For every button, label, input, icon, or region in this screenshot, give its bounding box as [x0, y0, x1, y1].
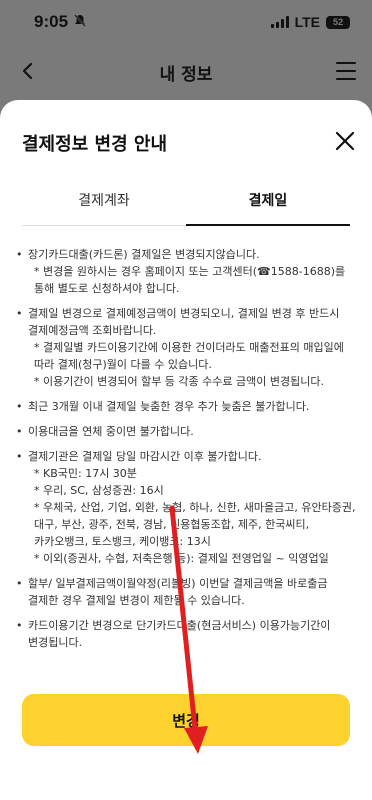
list-item: 결제일 변경으로 결제예정금액이 변경되오니, 결제일 변경 후 반드시 결제예… — [16, 305, 356, 390]
list-item: 장기카드대출(카드론) 결제일은 변경되지않습니다. * 변경을 원하시는 경우… — [16, 246, 356, 297]
status-bar: 9:05 LTE 52 — [0, 0, 372, 44]
hamburger-icon — [336, 62, 356, 64]
close-button[interactable] — [334, 130, 356, 152]
chevron-left-icon — [22, 62, 33, 80]
bell-off-icon — [74, 14, 86, 30]
tab-bar: 결제계좌 결제일 — [22, 186, 350, 226]
list-item: 결제기관은 결제일 당일 마감시간 이후 불가합니다. * KB국민: 17시 … — [16, 448, 356, 567]
page-title: 내 정보 — [159, 64, 213, 85]
signal-icon — [270, 16, 289, 28]
network-type: LTE — [294, 14, 320, 30]
change-button[interactable]: 변경 — [22, 694, 350, 746]
list-item: 할부/ 일부결제금액이월약정(리볼빙) 이번달 결제금액을 바로출금 결제한 경… — [16, 575, 356, 609]
payment-info-sheet: 결제정보 변경 안내 결제계좌 결제일 장기카드대출(카드론) 결제일은 변경되… — [0, 100, 372, 800]
status-time: 9:05 — [34, 12, 69, 31]
list-item: 이용대금을 연체 중이면 불가합니다. — [16, 423, 356, 440]
sheet-title: 결제정보 변경 안내 — [22, 134, 168, 155]
battery-icon: 52 — [326, 15, 350, 29]
app-header: 내 정보 — [0, 44, 372, 100]
menu-button[interactable] — [336, 62, 356, 80]
close-icon — [335, 131, 355, 151]
back-button[interactable] — [18, 58, 40, 84]
tab-payment-date[interactable]: 결제일 — [186, 186, 350, 226]
notice-list: 장기카드대출(카드론) 결제일은 변경되지않습니다. * 변경을 원하시는 경우… — [16, 246, 356, 659]
list-item: 카드이용기간 변경으로 단기카드대출(현금서비스) 이용가능기간이 변경됩니다. — [16, 617, 356, 651]
list-item: 최근 3개월 이내 결제일 늦춤한 경우 추가 늦춤은 불가합니다. — [16, 398, 356, 415]
tab-payment-account[interactable]: 결제계좌 — [22, 186, 186, 225]
